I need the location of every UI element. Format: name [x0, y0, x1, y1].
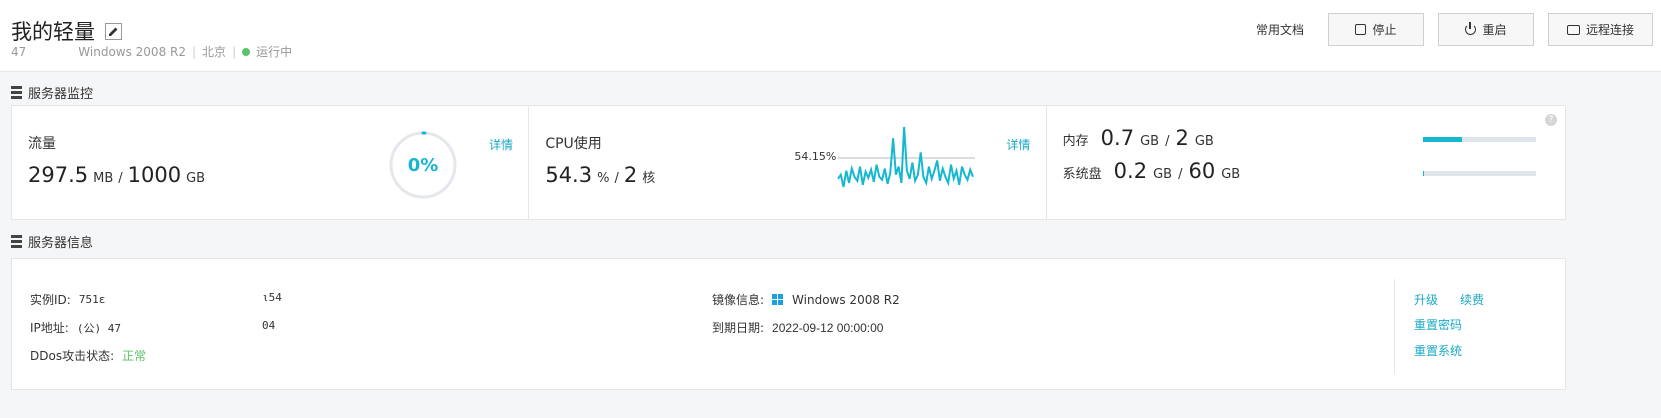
monitor-panel: 流量 297.5 MB / 1000 GB 0% 详情 CPU使用 54.3 %…: [11, 105, 1566, 220]
reset-system-link[interactable]: 重置系统: [1414, 342, 1462, 359]
upgrade-link[interactable]: 升级: [1414, 291, 1438, 308]
page-title: 我的轻量: [11, 16, 122, 46]
ddos-row: DDos攻击状态: 正常: [30, 347, 146, 364]
status-dot-icon: [242, 47, 251, 56]
disk-used-unit: GB: [1153, 167, 1173, 182]
reset-password-link[interactable]: 重置密码: [1414, 316, 1462, 333]
cpu-value: 54.3 % / 2 核: [545, 163, 655, 187]
memory-bar-fill: [1422, 137, 1463, 142]
cpu-unit: %: [597, 171, 610, 186]
memory-slash: /: [1165, 134, 1170, 149]
cpu-label: CPU使用: [545, 136, 602, 152]
traffic-percent: 0%: [407, 154, 439, 176]
memory-total: 2: [1175, 126, 1189, 150]
traffic-card: 流量 297.5 MB / 1000 GB 0% 详情: [12, 106, 530, 219]
monitor-section-title: 服务器监控: [11, 83, 93, 102]
memory-total-unit: GB: [1194, 134, 1214, 149]
page-header: 我的轻量 47 Windows 2008 R2 | 北京 | 运行中 常用文档 …: [0, 0, 1661, 72]
stop-button[interactable]: 停止: [1327, 13, 1424, 46]
server-list-icon: [11, 235, 22, 248]
cpu-cores: 2: [623, 163, 638, 187]
traffic-slash: /: [118, 171, 123, 186]
ip-tail-row: 04: [262, 319, 275, 332]
disk-label: 系统盘: [1062, 167, 1102, 182]
instance-id-row: 实例ID: 751ε: [30, 291, 105, 308]
disk-total-unit: GB: [1221, 167, 1241, 182]
image-row: 镜像信息: Windows 2008 R2: [712, 291, 900, 308]
image-value: Windows 2008 R2: [792, 292, 900, 307]
disk-total: 60: [1188, 159, 1216, 183]
meta-ip: 47: [11, 44, 27, 59]
traffic-detail-link[interactable]: 详情: [489, 136, 513, 153]
ip-row: IP地址: (公) 47: [30, 319, 121, 336]
title-text: 我的轻量: [11, 20, 95, 44]
resource-card: ? 内存 0.7 GB / 2 GB 系统盘 0.2 GB / 60 GB: [1047, 106, 1565, 219]
server-list-icon: [11, 86, 22, 99]
meta-status: 运行中: [256, 45, 293, 59]
meta-os: Windows 2008 R2: [78, 44, 186, 59]
expire-label: 到期日期:: [712, 321, 765, 335]
cpu-usage: 54.3: [545, 163, 593, 187]
traffic-ring-gauge: 0%: [388, 130, 458, 200]
memory-bar: [1422, 137, 1536, 142]
cpu-cores-unit: 核: [642, 171, 656, 186]
header-actions: 常用文档 停止 重启 远程连接: [1256, 13, 1653, 46]
ddos-status: 正常: [122, 349, 147, 363]
restart-label: 重启: [1482, 23, 1507, 37]
cpu-slash: /: [614, 171, 619, 186]
memory-label: 内存: [1062, 134, 1089, 149]
remote-connect-button[interactable]: 远程连接: [1547, 13, 1653, 46]
remote-label: 远程连接: [1585, 23, 1634, 37]
expire-value: 2022-09-12 00:00:00: [772, 320, 884, 335]
memory-used-unit: GB: [1140, 134, 1160, 149]
cpu-usage-series: [837, 126, 975, 188]
ip-label: IP地址:: [30, 321, 69, 335]
disk-bar: [1422, 171, 1536, 176]
memory-used: 0.7: [1100, 126, 1135, 150]
instance-id-tail-row: ι54: [262, 291, 282, 304]
restart-button[interactable]: 重启: [1437, 13, 1534, 46]
cpu-sparkline: [837, 126, 976, 188]
edit-icon[interactable]: [105, 22, 122, 40]
disk-used: 0.2: [1113, 159, 1148, 183]
info-section-title: 服务器信息: [11, 232, 93, 251]
cpu-detail-link[interactable]: 详情: [1006, 136, 1030, 153]
ddos-label: DDos攻击状态:: [30, 349, 115, 363]
meta-region: 北京: [202, 45, 227, 59]
traffic-label: 流量: [28, 136, 56, 152]
ip-prefix: (公) 47: [76, 321, 121, 335]
image-label: 镜像信息:: [712, 293, 765, 307]
info-panel: 实例ID: 751ε ι54 IP地址: (公) 47 04 DDos攻击状态:…: [11, 258, 1566, 390]
traffic-total: 1000: [127, 163, 182, 187]
disk-slash: /: [1178, 167, 1183, 182]
instance-id-label: 实例ID:: [30, 293, 71, 307]
disk-row: 系统盘 0.2 GB / 60 GB: [1063, 159, 1241, 183]
ip-tail: 04: [262, 319, 276, 332]
power-icon: [1465, 22, 1477, 35]
monitor-title-text: 服务器监控: [28, 87, 94, 102]
renew-link[interactable]: 续费: [1460, 291, 1484, 308]
traffic-value: 297.5 MB / 1000 GB: [28, 163, 205, 187]
traffic-total-unit: GB: [186, 171, 206, 186]
instance-id-tail: ι54: [262, 291, 282, 304]
separator: |: [192, 44, 197, 59]
expire-row: 到期日期: 2022-09-12 00:00:00: [712, 319, 883, 336]
traffic-used: 297.5: [28, 163, 89, 187]
stop-icon: [1355, 24, 1367, 35]
traffic-used-unit: MB: [93, 171, 114, 186]
docs-link[interactable]: 常用文档: [1256, 21, 1304, 38]
instance-meta: 47 Windows 2008 R2 | 北京 | 运行中: [11, 43, 292, 60]
info-title-text: 服务器信息: [28, 236, 94, 251]
memory-row: 内存 0.7 GB / 2 GB: [1063, 126, 1214, 150]
windows-icon: [772, 293, 784, 306]
actions-divider: [1394, 279, 1395, 374]
cpu-card: CPU使用 54.3 % / 2 核 54.15% 详情: [529, 106, 1047, 219]
remote-desktop-icon: [1566, 24, 1580, 35]
instance-id-head: 751ε: [78, 293, 106, 306]
separator: |: [232, 44, 237, 59]
stop-label: 停止: [1372, 23, 1397, 37]
help-icon[interactable]: ?: [1544, 114, 1557, 126]
